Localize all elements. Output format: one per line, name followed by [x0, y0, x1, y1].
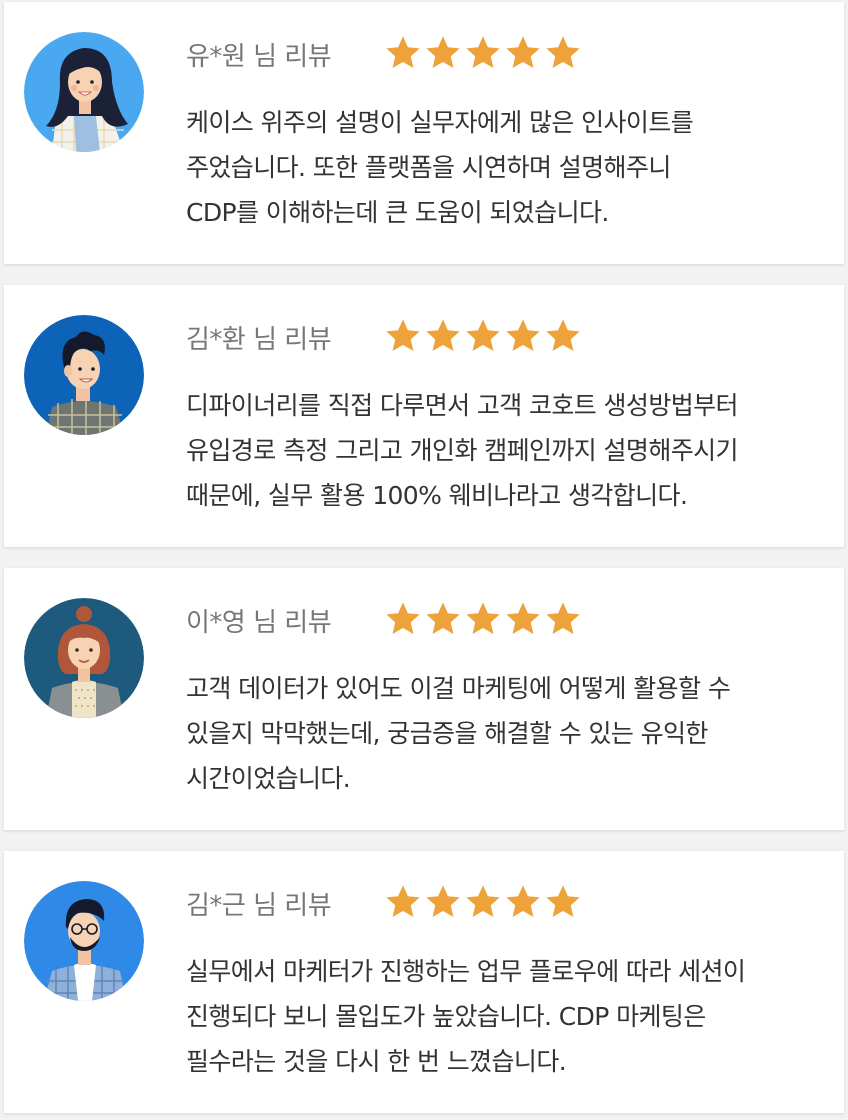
- review-line: 진행되다 보니 몰입도가 높았습니다. CDP 마케팅은: [186, 1002, 706, 1031]
- star-rating: [384, 34, 582, 72]
- star-icon: [386, 885, 420, 918]
- star-icon: [506, 319, 540, 352]
- star-icon: [546, 885, 580, 918]
- reviewer-name: 이*영 님 리뷰: [186, 608, 332, 638]
- review-line: 주었습니다. 또한 플랫폼을 시연하며 설명해주니: [186, 153, 671, 182]
- star-icon: [546, 36, 580, 69]
- star-icon: [466, 319, 500, 352]
- star-icon: [506, 602, 540, 635]
- woman-long-hair-avatar-icon: [24, 32, 144, 152]
- star-rating: [384, 600, 582, 638]
- review-card: 김*근 님 리뷰 실무에서 마케터가 진행하는 업무 플로우에 따라 세션이 진…: [4, 851, 844, 1113]
- review-text: 고객 데이터가 있어도 이걸 마케팅에 어떻게 활용할 수 있을지 막막했는데,…: [186, 666, 836, 801]
- review-text: 실무에서 마케터가 진행하는 업무 플로우에 따라 세션이 진행되다 보니 몰입…: [186, 949, 836, 1084]
- review-card: 김*환 님 리뷰 디파이너리를 직접 다루면서 고객 코호트 생성방법부터 유입…: [4, 285, 844, 547]
- star-rating: [384, 883, 582, 921]
- reviewer-name: 유*원 님 리뷰: [186, 42, 332, 72]
- star-icon: [426, 885, 460, 918]
- star-icon: [426, 602, 460, 635]
- star-icon: [386, 602, 420, 635]
- review-text: 케이스 위주의 설명이 실무자에게 많은 인사이트를 주었습니다. 또한 플랫폼…: [186, 100, 836, 235]
- review-text: 디파이너리를 직접 다루면서 고객 코호트 생성방법부터 유입경로 측정 그리고…: [186, 383, 836, 518]
- woman-bun-hair-avatar-icon: [24, 598, 144, 718]
- star-icon: [506, 36, 540, 69]
- star-icon: [466, 36, 500, 69]
- star-icon: [386, 36, 420, 69]
- star-icon: [426, 36, 460, 69]
- star-icon: [466, 885, 500, 918]
- review-line: 때문에, 실무 활용 100% 웨비나라고 생각합니다.: [186, 481, 688, 510]
- review-card: 유*원 님 리뷰 케이스 위주의 설명이 실무자에게 많은 인사이트를 주었습니…: [4, 2, 844, 264]
- star-icon: [546, 319, 580, 352]
- review-line: CDP를 이해하는데 큰 도움이 되었습니다.: [186, 198, 609, 227]
- review-line: 실무에서 마케터가 진행하는 업무 플로우에 따라 세션이: [186, 957, 746, 986]
- review-line: 고객 데이터가 있어도 이걸 마케팅에 어떻게 활용할 수: [186, 674, 731, 703]
- star-icon: [546, 602, 580, 635]
- star-icon: [386, 319, 420, 352]
- reviewer-name: 김*근 님 리뷰: [186, 891, 332, 921]
- review-line: 유입경로 측정 그리고 개인화 캠페인까지 설명해주시기: [186, 436, 739, 465]
- star-icon: [426, 319, 460, 352]
- review-card: 이*영 님 리뷰 고객 데이터가 있어도 이걸 마케팅에 어떻게 활용할 수 있…: [4, 568, 844, 830]
- star-rating: [384, 317, 582, 355]
- reviewer-name: 김*환 님 리뷰: [186, 325, 332, 355]
- star-icon: [506, 885, 540, 918]
- review-line: 시간이었습니다.: [186, 764, 351, 793]
- review-line: 있을지 막막했는데, 궁금증을 해결할 수 있는 유익한: [186, 719, 708, 748]
- review-line: 디파이너리를 직접 다루면서 고객 코호트 생성방법부터: [186, 391, 739, 420]
- review-list: 유*원 님 리뷰 케이스 위주의 설명이 실무자에게 많은 인사이트를 주었습니…: [0, 0, 848, 1120]
- star-icon: [466, 602, 500, 635]
- review-line: 케이스 위주의 설명이 실무자에게 많은 인사이트를: [186, 108, 694, 137]
- man-glasses-avatar-icon: [24, 881, 144, 1001]
- review-line: 필수라는 것을 다시 한 번 느꼈습니다.: [186, 1047, 567, 1076]
- man-curly-hair-avatar-icon: [24, 315, 144, 435]
